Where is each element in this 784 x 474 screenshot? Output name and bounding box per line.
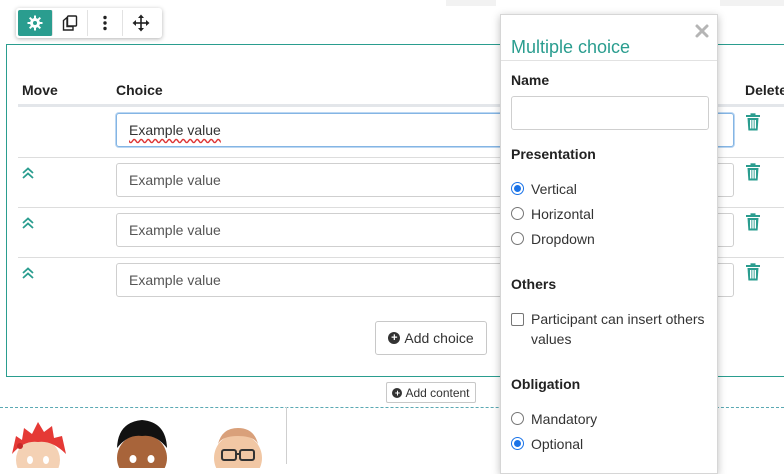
obligation-option-mandatory[interactable]: Mandatory [511, 409, 597, 429]
radio-button[interactable] [511, 437, 524, 450]
more-options-button[interactable] [88, 10, 123, 36]
presentation-option-dropdown[interactable]: Dropdown [511, 229, 595, 249]
trash-icon[interactable] [745, 113, 761, 131]
trash-icon[interactable] [745, 163, 761, 181]
avatar-dark-hair [117, 420, 167, 468]
move-arrows-icon [132, 14, 149, 32]
duplicate-button[interactable] [53, 10, 88, 36]
presentation-label: Presentation [511, 146, 596, 162]
plus-circle-icon: + [392, 387, 403, 398]
name-label: Name [511, 72, 550, 88]
add-choice-button[interactable]: + Add choice [375, 321, 487, 355]
option-label: Horizontal [531, 206, 595, 222]
others-checkbox[interactable] [511, 313, 524, 326]
radio-button[interactable] [511, 207, 524, 220]
move-up-icon[interactable] [21, 166, 35, 180]
add-choice-label: Add choice [404, 330, 474, 346]
add-content-button[interactable]: + Add content [386, 382, 476, 403]
choice-input-value: Example value [129, 122, 221, 138]
background-tab [446, 0, 496, 6]
move-up-icon[interactable] [21, 266, 35, 280]
panel-separator [501, 60, 717, 61]
copy-icon [62, 15, 78, 31]
others-label: Others [511, 276, 557, 292]
trash-icon[interactable] [745, 213, 761, 231]
add-content-label: Add content [405, 385, 470, 400]
avatar-glasses [214, 428, 262, 468]
option-label: Optional [531, 436, 584, 452]
radio-button[interactable] [511, 182, 524, 195]
others-option[interactable]: Participant can insert others values [511, 309, 711, 349]
close-icon[interactable] [694, 23, 710, 39]
presentation-option-vertical[interactable]: Vertical [511, 179, 577, 199]
radio-button[interactable] [511, 412, 524, 425]
delete-column-header: Delete [745, 82, 784, 98]
choice-input-value: Example value [129, 272, 221, 288]
name-input[interactable] [511, 96, 709, 130]
option-label: Mandatory [531, 411, 598, 427]
obligation-option-optional[interactable]: Optional [511, 434, 583, 454]
option-label: Vertical [531, 181, 577, 197]
presentation-option-horizontal[interactable]: Horizontal [511, 204, 594, 224]
more-vertical-icon [103, 15, 107, 31]
others-checkbox-label: Participant can insert others values [531, 311, 705, 347]
drag-handle[interactable] [123, 10, 158, 36]
choice-input-value: Example value [129, 222, 221, 238]
option-label: Dropdown [531, 231, 595, 247]
plus-circle-icon: + [388, 332, 401, 344]
move-column-header: Move [22, 82, 58, 98]
multiple-choice-panel: Multiple choice Name Presentation Vertic… [500, 14, 718, 474]
choice-input-value: Example value [129, 172, 221, 188]
move-up-icon[interactable] [21, 216, 35, 230]
obligation-label: Obligation [511, 376, 581, 392]
column-divider [286, 407, 287, 464]
background-tab [720, 0, 784, 6]
radio-button[interactable] [511, 232, 524, 245]
element-toolbar [16, 8, 162, 38]
avatar-red-hair [12, 422, 66, 468]
panel-title: Multiple choice [511, 37, 631, 57]
gear-icon [27, 15, 43, 31]
trash-icon[interactable] [745, 263, 761, 281]
choice-column-header: Choice [116, 82, 163, 98]
settings-button[interactable] [18, 10, 53, 36]
